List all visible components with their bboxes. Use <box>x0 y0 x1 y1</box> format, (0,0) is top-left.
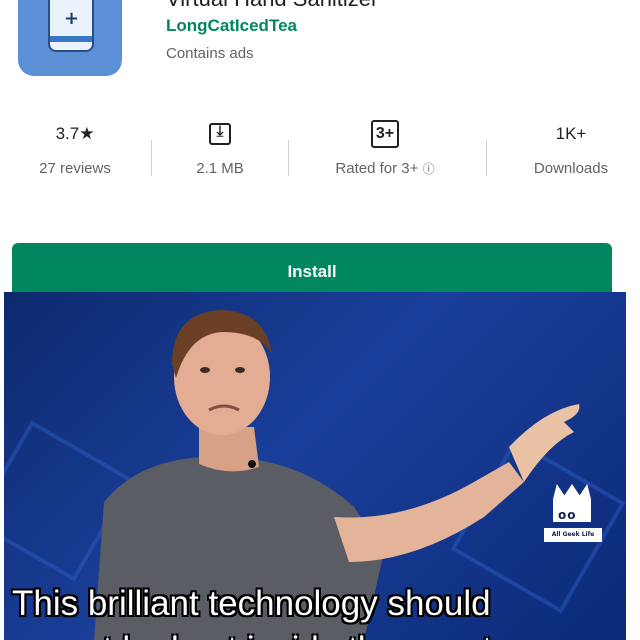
plus-icon: + <box>64 8 80 29</box>
divider <box>486 140 487 176</box>
size-stat: ⤓ 2.1 MB <box>145 118 295 177</box>
downloads-stat: 1K+ Downloads <box>496 118 640 177</box>
meme-caption-cut: not be kept inside the country <box>64 630 521 640</box>
app-icon: + <box>18 0 122 76</box>
app-title: Virtual Hand Sanitizer <box>166 0 378 12</box>
file-size: 2.1 MB <box>196 160 244 177</box>
downloads-label: Downloads <box>533 160 609 177</box>
rated-3plus-badge: 3+ <box>370 120 400 148</box>
all-geek-life-logo: oo All Geek Life <box>544 484 602 546</box>
stats-row: 3.7★ 27 reviews ⤓ 2.1 MB 3+ Rated for 3+… <box>0 118 640 198</box>
rating-value: 3.7★ <box>55 124 95 143</box>
downloads-value: 1K+ <box>555 124 587 143</box>
rating-stat[interactable]: 3.7★ 27 reviews <box>0 118 150 177</box>
meme-image: oo All Geek Life This brilliant technolo… <box>4 292 626 640</box>
meme-caption: This brilliant technology should <box>12 584 491 623</box>
glasses-icon: oo <box>558 508 577 522</box>
content-rating-stat[interactable]: 3+ Rated for 3+ ⓘ <box>310 118 460 177</box>
reviews-count: 27 reviews <box>39 160 111 177</box>
watermark-text: All Geek Life <box>544 528 602 542</box>
content-rating-label: Rated for 3+ <box>335 160 419 177</box>
info-icon[interactable]: ⓘ <box>423 162 435 176</box>
developer-link[interactable]: LongCatIcedTea <box>166 16 297 36</box>
sanitizer-bottle-icon: + <box>48 0 94 52</box>
contains-ads-label: Contains ads <box>166 45 254 62</box>
download-icon: ⤓ <box>209 122 231 145</box>
divider <box>288 140 289 176</box>
